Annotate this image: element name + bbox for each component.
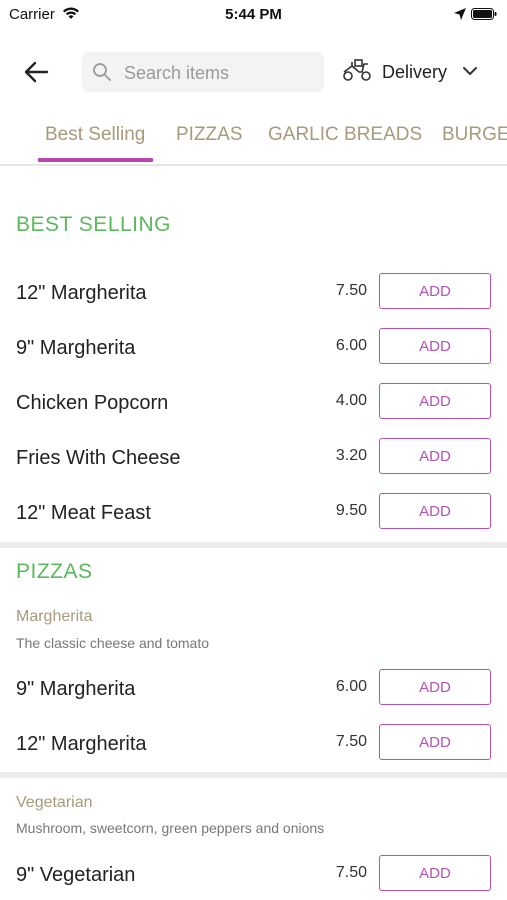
section-divider [0, 542, 507, 548]
status-bar: Carrier 5:44 PM [0, 0, 507, 28]
item-name: 9" Margherita [16, 678, 136, 700]
active-tab-indicator [38, 158, 153, 162]
tab-best-selling[interactable]: Best Selling [45, 124, 145, 146]
chevron-down-icon [463, 67, 477, 75]
section-divider [0, 772, 507, 778]
add-button[interactable]: ADD [379, 724, 491, 760]
menu-item: 12" Margherita 7.50 ADD [0, 724, 507, 764]
battery-icon [471, 8, 497, 20]
tab-garlic-breads[interactable]: GARLIC BREADS [268, 124, 422, 146]
search-box[interactable] [82, 52, 324, 92]
status-time: 5:44 PM [225, 6, 282, 23]
group-description-vegetarian: Mushroom, sweetcorn, green peppers and o… [16, 820, 325, 836]
add-button[interactable]: ADD [379, 383, 491, 419]
category-tabs: Best Selling PIZZAS GARLIC BREADS BURGE [0, 112, 507, 166]
search-input[interactable] [122, 60, 316, 86]
menu-item: 9" Margherita 6.00 ADD [0, 328, 507, 368]
add-button[interactable]: ADD [379, 273, 491, 309]
item-name: 12" Margherita [16, 282, 147, 304]
menu-item: 9" Margherita 6.00 ADD [0, 669, 507, 709]
item-name: Fries With Cheese [16, 447, 181, 469]
add-button[interactable]: ADD [379, 438, 491, 474]
section-title-pizzas: PIZZAS [16, 560, 93, 583]
section-title-best-selling: BEST SELLING [16, 213, 172, 236]
add-button[interactable]: ADD [379, 328, 491, 364]
item-price: 9.50 [335, 502, 367, 519]
item-price: 7.50 [335, 282, 367, 299]
item-price: 3.20 [335, 447, 367, 464]
delivery-label: Delivery [382, 62, 448, 82]
tab-pizzas[interactable]: PIZZAS [176, 124, 243, 146]
back-arrow-icon[interactable] [22, 58, 50, 86]
menu-item: Chicken Popcorn 4.00 ADD [0, 383, 507, 423]
search-icon [93, 63, 111, 81]
add-button[interactable]: ADD [379, 669, 491, 705]
item-price: 7.50 [335, 733, 367, 750]
item-price: 7.50 [335, 864, 367, 881]
group-description-margherita: The classic cheese and tomato [16, 635, 209, 651]
tab-burgers[interactable]: BURGE [442, 124, 507, 146]
item-name: 9" Margherita [16, 337, 136, 359]
menu-item: Fries With Cheese 3.20 ADD [0, 438, 507, 478]
group-title-margherita: Margherita [16, 608, 93, 625]
add-button[interactable]: ADD [379, 855, 491, 891]
menu-item: 9" Vegetarian 7.50 ADD [0, 855, 507, 895]
item-price: 4.00 [335, 392, 367, 409]
scooter-icon [343, 59, 371, 81]
item-name: Chicken Popcorn [16, 392, 169, 414]
location-arrow-icon [454, 8, 466, 20]
top-bar: Delivery [0, 48, 507, 96]
item-name: 12" Margherita [16, 733, 147, 755]
menu-item: 12" Meat Feast 9.50 ADD [0, 493, 507, 533]
add-button[interactable]: ADD [379, 493, 491, 529]
item-name: 12" Meat Feast [16, 502, 151, 524]
item-price: 6.00 [335, 337, 367, 354]
group-title-vegetarian: Vegetarian [16, 794, 93, 811]
item-name: 9" Vegetarian [16, 864, 136, 886]
menu-item: 12" Margherita 7.50 ADD [0, 273, 507, 313]
delivery-selector[interactable]: Delivery [340, 56, 490, 86]
item-price: 6.00 [335, 678, 367, 695]
